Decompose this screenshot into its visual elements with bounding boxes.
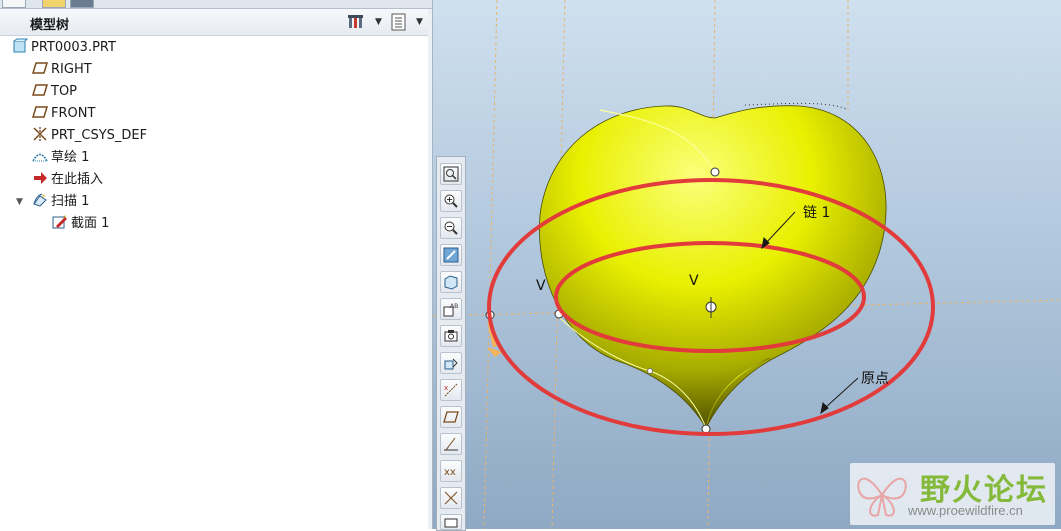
tree-item-csys[interactable]: PRT_CSYS_DEF (32, 126, 147, 146)
svg-text:AB: AB (450, 303, 458, 310)
origin-label: 原点 (861, 371, 889, 387)
svg-text:*: * (42, 193, 46, 201)
tree-item-label: 截面 1 (71, 216, 110, 231)
datum-plane-icon (31, 60, 49, 76)
sweep-icon: * (32, 192, 48, 208)
tree-show-icon[interactable] (390, 13, 408, 31)
butterfly-logo-icon (857, 477, 907, 517)
tree-item-top[interactable]: TOP (31, 82, 78, 102)
plane-display-button[interactable] (440, 406, 462, 428)
tab-favorites[interactable] (70, 0, 94, 8)
panel-tab-strip (0, 0, 432, 9)
graphics-viewport[interactable]: V V 链 1 原点 (433, 0, 1061, 529)
repaint-icon (443, 247, 459, 263)
svg-text:xx: xx (444, 467, 456, 478)
model-tree-header: 模型树 ▼ ▼ (0, 9, 430, 36)
zoom-in-button[interactable] (440, 190, 462, 212)
annotation-display-button[interactable]: AB (440, 298, 462, 320)
view-manager-button[interactable] (440, 325, 462, 347)
datum-plane-icon (31, 104, 49, 120)
axis-display-icon: x (444, 383, 458, 397)
tree-item-label: 扫描 1 (51, 194, 90, 209)
view-toolbar: AB x xx (436, 156, 466, 531)
tree-settings-icon[interactable] (347, 13, 365, 31)
view-manager-icon (444, 330, 458, 342)
axis-display-button[interactable]: x (440, 379, 462, 401)
part-icon (12, 38, 29, 54)
tree-item-insert-here[interactable]: 在此插入 (32, 170, 103, 190)
zoom-out-icon (444, 221, 458, 235)
watermark-url: www.proewildfire.cn (908, 503, 1023, 518)
zoom-out-button[interactable] (440, 217, 462, 239)
tree-item-front[interactable]: FRONT (31, 104, 96, 124)
tab-folder-browser[interactable] (42, 0, 66, 8)
expand-toggle-icon[interactable]: ▼ (16, 192, 23, 212)
watermark: 野火论坛 www.proewildfire.cn (850, 463, 1055, 525)
point-display-icon: xx (444, 467, 456, 478)
chain-label: 链 1 (803, 205, 831, 221)
tree-item-label: 在此插入 (51, 172, 104, 187)
tree-item-right[interactable]: RIGHT (31, 60, 92, 80)
section-icon: * (52, 214, 68, 230)
refit-button[interactable] (440, 163, 462, 185)
spin-center-icon (444, 358, 458, 370)
repaint-button[interactable] (440, 244, 462, 266)
csys-display-button[interactable] (440, 487, 462, 509)
note-display-icon (444, 518, 458, 528)
datum-plane-icon (31, 82, 49, 98)
axis-tag-icon (444, 437, 458, 451)
zoom-in-icon (444, 194, 458, 208)
csys-display-icon (444, 491, 458, 505)
axis-tag-button[interactable] (440, 433, 462, 455)
panel-resize-edge[interactable] (428, 9, 432, 529)
tree-item-section[interactable]: * 截面 1 (52, 214, 109, 234)
svg-text:*: * (63, 214, 67, 222)
tree-item-label: PRT0003.PRT (31, 40, 116, 55)
svg-text:x: x (444, 384, 448, 392)
note-display-button[interactable] (440, 514, 462, 530)
tree-item-part[interactable]: PRT0003.PRT (12, 38, 116, 58)
tree-item-label: RIGHT (51, 62, 92, 77)
tree-settings-dropdown-icon[interactable]: ▼ (375, 17, 382, 27)
point-display-button[interactable]: xx (440, 460, 462, 482)
vertex-label-center: V (689, 273, 699, 289)
model-tree-title: 模型树 (30, 18, 70, 33)
tab-model-tree[interactable] (2, 0, 26, 8)
spin-center-button[interactable] (440, 352, 462, 374)
vertex-label-left: V (536, 278, 546, 294)
plane-display-icon (443, 411, 459, 423)
tree-item-sweep[interactable]: * 扫描 1 (32, 192, 89, 212)
refit-icon (443, 166, 459, 182)
annotation-display-icon: AB (443, 303, 458, 317)
tree-item-label: FRONT (51, 106, 96, 121)
model-tree-panel: 模型树 ▼ ▼ PRT0003.PRT RIGHT TOP FRONT PRT_… (0, 0, 433, 529)
insert-here-arrow-icon (32, 170, 48, 186)
tree-item-sketch[interactable]: 草绘 1 (32, 148, 89, 168)
csys-icon (32, 126, 48, 142)
saved-views-icon (444, 275, 458, 290)
tree-show-dropdown-icon[interactable]: ▼ (416, 17, 423, 27)
tree-item-label: 草绘 1 (51, 150, 90, 165)
sketch-icon (32, 148, 48, 164)
tree-item-label: PRT_CSYS_DEF (51, 128, 148, 143)
tree-item-label: TOP (51, 84, 78, 99)
saved-views-button[interactable] (440, 271, 462, 293)
model-scene (433, 0, 1061, 529)
